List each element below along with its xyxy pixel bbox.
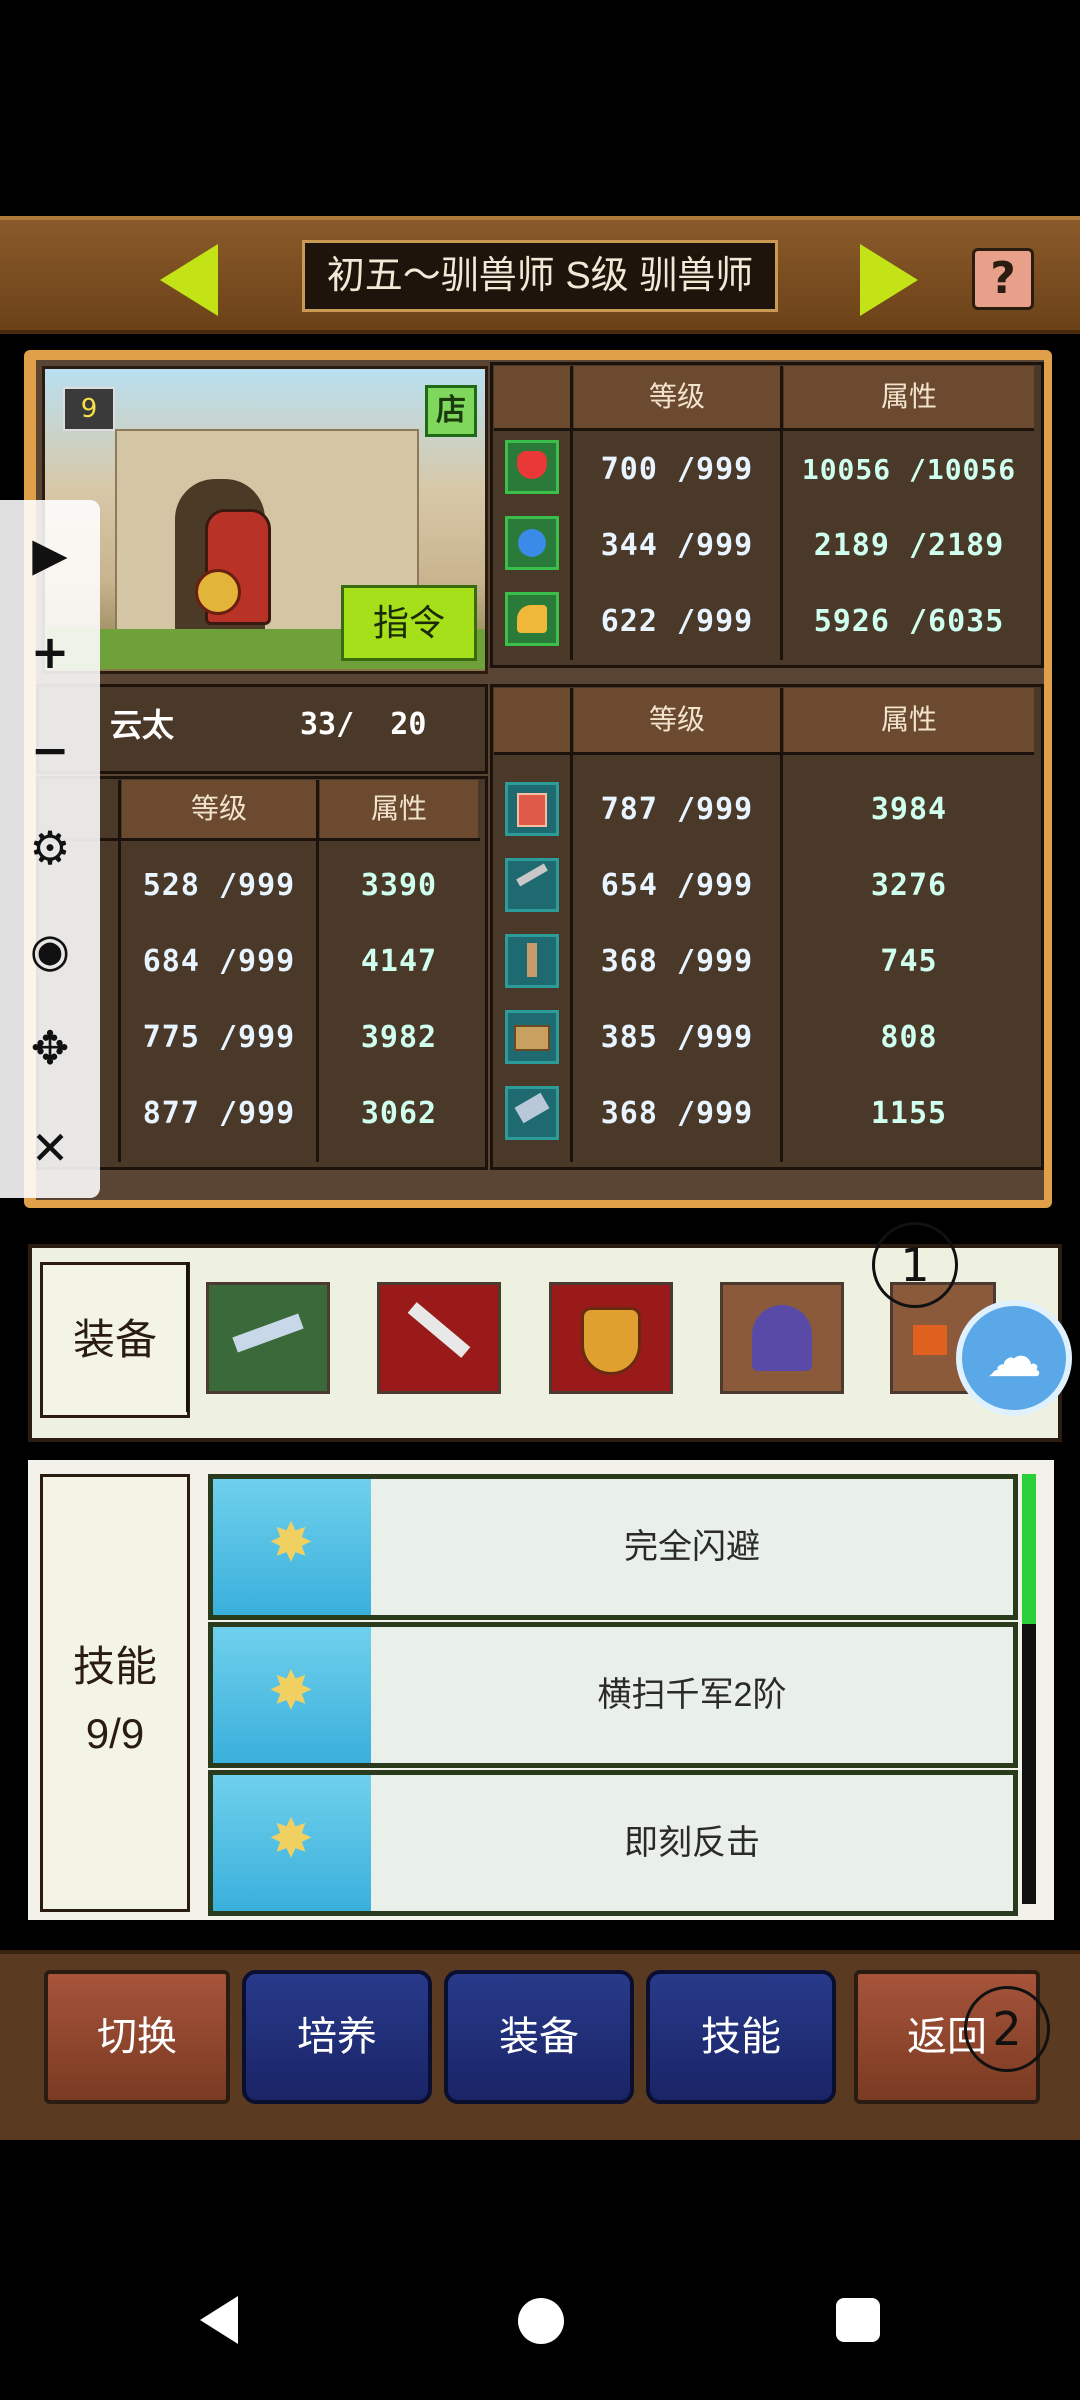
shovel-icon: [505, 934, 559, 988]
top-table-header-level: 等级: [574, 366, 780, 428]
equip-slot-hood-icon[interactable]: [720, 1282, 844, 1394]
pet-name: 云太: [110, 706, 175, 744]
right-row-4-level: 385 /999: [600, 1020, 754, 1055]
minus-icon[interactable]: −: [20, 720, 80, 780]
top-table-header-attr: 属性: [784, 366, 1034, 428]
sword-spark-icon: ✸: [268, 1511, 314, 1574]
skills-label: 技能: [72, 1643, 157, 1690]
skill-name: 横扫千军2阶: [597, 1676, 787, 1714]
skill-name: 完全闪避: [624, 1528, 760, 1566]
nav-home-icon[interactable]: [518, 2298, 564, 2344]
equip-slot-weapon-icon[interactable]: [206, 1282, 330, 1394]
marker-2: 2: [964, 1986, 1050, 2072]
train-button[interactable]: 培养: [242, 1970, 432, 2104]
potion-icon: [505, 516, 559, 570]
pickaxe-icon: [505, 858, 559, 912]
book-icon: [505, 782, 559, 836]
right-row-1-attr: 3984: [870, 792, 948, 827]
command-button[interactable]: 指令: [341, 585, 477, 661]
sword-spark-icon: ✸: [268, 1807, 314, 1870]
left-row-1-attr: 3390: [360, 868, 438, 903]
equip-slot-dagger-icon[interactable]: [377, 1282, 501, 1394]
chest-icon: [505, 1010, 559, 1064]
shop-button[interactable]: 店: [425, 385, 477, 437]
right-row-1-level: 787 /999: [600, 792, 754, 827]
gear-icon[interactable]: ⚙: [20, 818, 80, 878]
right-row-4-attr: 808: [880, 1020, 938, 1055]
hero-shield-icon: [195, 569, 241, 615]
hp-attr: 10056 /10056: [801, 453, 1017, 486]
left-row-4-attr: 3062: [360, 1096, 438, 1131]
equipment-label: 装备: [40, 1262, 190, 1418]
move-icon[interactable]: ✥: [20, 1018, 80, 1078]
character-portrait[interactable]: 9 店 指令: [42, 366, 488, 674]
next-arrow-icon[interactable]: [860, 244, 918, 316]
hammer-icon: [505, 1086, 559, 1140]
str-level: 622 /999: [600, 604, 754, 639]
top-table-header-blank: [494, 366, 570, 428]
skill-button[interactable]: 技能: [646, 1970, 836, 2104]
plus-icon[interactable]: +: [20, 622, 80, 682]
nav-recents-icon[interactable]: [836, 2298, 880, 2342]
left-row-1-level: 528 /999: [142, 868, 296, 903]
divider: [570, 688, 573, 1162]
skill-icon-box: ✸: [213, 1627, 371, 1763]
mp-attr: 2189 /2189: [813, 528, 1005, 563]
right-row-2-attr: 3276: [870, 868, 948, 903]
left-row-2-level: 684 /999: [142, 944, 296, 979]
mp-level: 344 /999: [600, 528, 754, 563]
divider: [780, 366, 783, 660]
help-button[interactable]: ?: [972, 248, 1034, 310]
right-row-2-level: 654 /999: [600, 868, 754, 903]
left-row-3-level: 775 /999: [142, 1020, 296, 1055]
divider: [780, 688, 783, 1162]
right-row-3-level: 368 /999: [600, 944, 754, 979]
skills-label-box: 技能 9/9: [40, 1474, 190, 1912]
level-badge: 9: [63, 387, 115, 431]
right-table-header-attr: 属性: [784, 688, 1034, 752]
divider: [186, 1262, 189, 1412]
strength-icon: [505, 592, 559, 646]
pet-count: 33/ 20: [300, 707, 427, 742]
left-table-header-level: 等级: [122, 780, 316, 838]
skills-count: 9/9: [85, 1710, 145, 1757]
left-row-3-attr: 3982: [360, 1020, 438, 1055]
str-attr: 5926 /6035: [813, 604, 1005, 639]
divider: [570, 366, 573, 660]
skills-scroll-thumb[interactable]: [1022, 1474, 1036, 1624]
play-icon[interactable]: ▶: [20, 524, 80, 584]
eye-off-icon[interactable]: ◉: [20, 920, 80, 980]
skill-item[interactable]: ✸ 完全闪避: [208, 1474, 1018, 1620]
page-title: 初五～驯兽师 S级 驯兽师: [302, 240, 778, 312]
prev-arrow-icon[interactable]: [160, 244, 218, 316]
marker-1: 1: [872, 1222, 958, 1308]
equip-button[interactable]: 装备: [444, 1970, 634, 2104]
close-icon[interactable]: ✕: [20, 1118, 80, 1178]
right-row-5-level: 368 /999: [600, 1096, 754, 1131]
skill-icon-box: ✸: [213, 1775, 371, 1911]
skill-name: 即刻反击: [624, 1824, 760, 1862]
divider: [494, 752, 1034, 755]
hp-level: 700 /999: [600, 452, 754, 487]
cloud-icon[interactable]: ☁: [956, 1300, 1072, 1416]
divider: [494, 428, 1034, 431]
equip-slot-shield-icon[interactable]: [549, 1282, 673, 1394]
left-row-4-level: 877 /999: [142, 1096, 296, 1131]
nav-back-icon[interactable]: [200, 2296, 238, 2344]
right-row-5-attr: 1155: [870, 1096, 948, 1131]
left-row-2-attr: 4147: [360, 944, 438, 979]
switch-button[interactable]: 切换: [44, 1970, 230, 2104]
right-table-header-blank: [494, 688, 570, 752]
right-table-header-level: 等级: [574, 688, 780, 752]
skill-icon-box: ✸: [213, 1479, 371, 1615]
heart-icon: [505, 440, 559, 494]
skill-item[interactable]: ✸ 即刻反击: [208, 1770, 1018, 1916]
skill-item[interactable]: ✸ 横扫千军2阶: [208, 1622, 1018, 1768]
divider: [40, 838, 480, 841]
right-row-3-attr: 745: [880, 944, 938, 979]
left-table-header-attr: 属性: [320, 780, 478, 838]
sword-spark-icon: ✸: [268, 1659, 314, 1722]
